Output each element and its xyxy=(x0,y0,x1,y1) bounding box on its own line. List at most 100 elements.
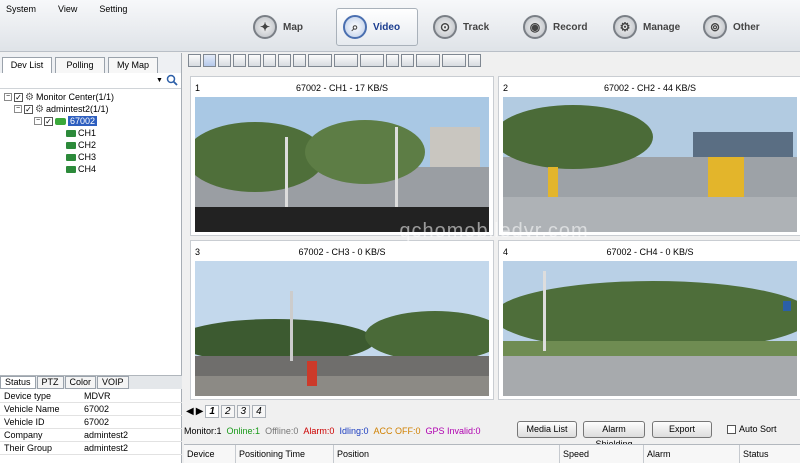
prev-button[interactable] xyxy=(401,54,414,67)
nav-track-button[interactable]: ⊙ Track xyxy=(426,8,508,46)
nav-map-button[interactable]: ✦ Map xyxy=(246,8,328,46)
video-pane[interactable]: 2 67002 - CH2 - 44 KB/S xyxy=(498,76,800,236)
tree-group-label: admintest2(1/1) xyxy=(45,104,109,114)
export-button[interactable]: Export xyxy=(652,421,712,438)
status-online: Online:1 xyxy=(226,426,261,436)
vehicle-table-header: Device Positioning Time Position Speed A… xyxy=(184,444,800,463)
column-header[interactable]: Speed xyxy=(560,445,644,463)
tree-channel[interactable]: CH3 xyxy=(4,151,177,163)
nav-other-button[interactable]: ⊚ Other xyxy=(696,8,778,46)
tab-status[interactable]: Status xyxy=(0,376,36,389)
status-gps-invalid: GPS Invalid:0 xyxy=(425,426,481,436)
page-tab-4[interactable]: 4 xyxy=(252,405,266,418)
info-row: Device type MDVR xyxy=(0,390,182,403)
video-caption: 67002 - CH3 - 0 KB/S xyxy=(298,247,386,257)
column-header[interactable]: Position xyxy=(334,445,560,463)
column-header[interactable]: Alarm xyxy=(644,445,740,463)
page-tab-2[interactable]: 2 xyxy=(220,405,235,418)
download-button[interactable] xyxy=(293,54,306,67)
column-header[interactable]: Positioning Time xyxy=(236,445,334,463)
tree-root[interactable]: − ✓ ⚙ Monitor Center(1/1) xyxy=(4,91,177,103)
tab-polling[interactable]: Polling xyxy=(55,57,105,73)
tree-channel[interactable]: CH2 xyxy=(4,139,177,151)
nav-map-label: Map xyxy=(283,21,303,33)
nav-record-label: Record xyxy=(553,21,588,33)
tab-my-map[interactable]: My Map xyxy=(108,57,158,73)
info-row: Vehicle Name 67002 xyxy=(0,403,182,416)
nav-video-button[interactable]: ⌕ Video xyxy=(336,8,418,46)
video-frame[interactable] xyxy=(503,97,797,232)
status-idling: Idling:0 xyxy=(339,426,369,436)
stop-button[interactable] xyxy=(442,54,466,67)
page-tab-3[interactable]: 3 xyxy=(236,405,251,418)
collapse-icon[interactable]: − xyxy=(4,93,12,101)
snapshot-button[interactable] xyxy=(360,54,384,67)
nav-record-button[interactable]: ◉ Record xyxy=(516,8,598,46)
record-icon: ◉ xyxy=(523,15,547,39)
camera-icon xyxy=(66,129,76,137)
collapse-icon[interactable]: − xyxy=(14,105,22,113)
status-monitor: Monitor:1 xyxy=(184,426,222,436)
tree-channel[interactable]: CH1 xyxy=(4,127,177,139)
collapse-icon[interactable]: − xyxy=(34,117,42,125)
checkbox-box[interactable] xyxy=(727,424,736,434)
left-panel: Dev List Polling My Map ▼ − ✓ ⚙ Monitor … xyxy=(0,53,182,463)
alarm-shielding-button[interactable]: Alarm Shielding xyxy=(583,421,645,449)
device-search-combo[interactable]: ▼ xyxy=(0,73,181,89)
layout-4-button[interactable] xyxy=(203,54,216,67)
video-frame[interactable] xyxy=(195,97,489,232)
tab-color[interactable]: Color xyxy=(64,376,97,389)
other-icon: ⊚ xyxy=(703,15,727,39)
watermark-text: qchomobiledvr.com xyxy=(399,220,589,242)
layout-9-button[interactable] xyxy=(248,54,261,67)
chevron-down-icon[interactable]: ▼ xyxy=(156,77,163,84)
layout-1-button[interactable] xyxy=(188,54,201,67)
video-caption: 67002 - CH4 - 0 KB/S xyxy=(606,247,694,257)
media-list-button[interactable]: Media List xyxy=(517,421,577,438)
tab-ptz[interactable]: PTZ xyxy=(36,376,64,389)
stream-select-button[interactable] xyxy=(308,54,332,67)
play-button[interactable] xyxy=(416,54,440,67)
layout-custom-button[interactable] xyxy=(278,54,291,67)
window-select-button[interactable] xyxy=(334,54,358,67)
page-tab-1[interactable]: 1 xyxy=(205,405,219,418)
menu-view[interactable]: View xyxy=(58,4,77,14)
video-toolbar xyxy=(188,54,481,69)
info-row: Company admintest2 xyxy=(0,429,182,442)
camera-icon xyxy=(66,153,76,161)
tree-device[interactable]: − ✓ 67002 xyxy=(4,115,177,127)
menu-setting[interactable]: Setting xyxy=(99,4,127,14)
sky-road-scene xyxy=(195,261,489,396)
tree-channel-label: CH2 xyxy=(78,140,97,150)
menu-bar: System View Setting xyxy=(6,4,127,14)
video-pane[interactable]: 4 67002 - CH4 - 0 KB/S xyxy=(498,240,800,400)
nav-manage-button[interactable]: ⚙ Manage xyxy=(606,8,688,46)
mute-button[interactable] xyxy=(386,54,399,67)
column-header[interactable]: Device xyxy=(184,445,236,463)
page-next-icon[interactable]: ▶ xyxy=(196,406,204,417)
layout-6-button[interactable] xyxy=(218,54,231,67)
map-icon: ✦ xyxy=(253,15,277,39)
video-frame[interactable] xyxy=(195,261,489,396)
tree-group[interactable]: − ✓ ⚙ admintest2(1/1) xyxy=(4,103,177,115)
tree-channel[interactable]: CH4 xyxy=(4,163,177,175)
search-icon[interactable] xyxy=(166,74,178,86)
menu-system[interactable]: System xyxy=(6,4,36,14)
layout-8-button[interactable] xyxy=(233,54,246,67)
video-frame[interactable] xyxy=(503,261,797,396)
tree-root-checkbox[interactable]: ✓ xyxy=(14,92,23,102)
tab-dev-list[interactable]: Dev List xyxy=(2,57,52,73)
video-pane[interactable]: 1 67002 - CH1 - 17 KB/S xyxy=(190,76,494,236)
tab-voip[interactable]: VOIP xyxy=(97,376,129,389)
fullscreen-button[interactable] xyxy=(468,54,481,67)
page-prev-icon[interactable]: ◀ xyxy=(186,406,194,417)
auto-sort-checkbox[interactable]: Auto Sort xyxy=(727,424,777,434)
tree-root-label: Monitor Center(1/1) xyxy=(35,92,114,102)
tree-group-checkbox[interactable]: ✓ xyxy=(24,104,33,114)
info-tabs: Status PTZ Color VOIP xyxy=(0,375,182,389)
video-pane[interactable]: 3 67002 - CH3 - 0 KB/S xyxy=(190,240,494,400)
column-header[interactable]: Status xyxy=(740,445,800,463)
tree-device-checkbox[interactable]: ✓ xyxy=(44,116,53,126)
layout-16-button[interactable] xyxy=(263,54,276,67)
video-page-tabs: ◀ ▶ 1 2 3 4 xyxy=(186,405,266,418)
